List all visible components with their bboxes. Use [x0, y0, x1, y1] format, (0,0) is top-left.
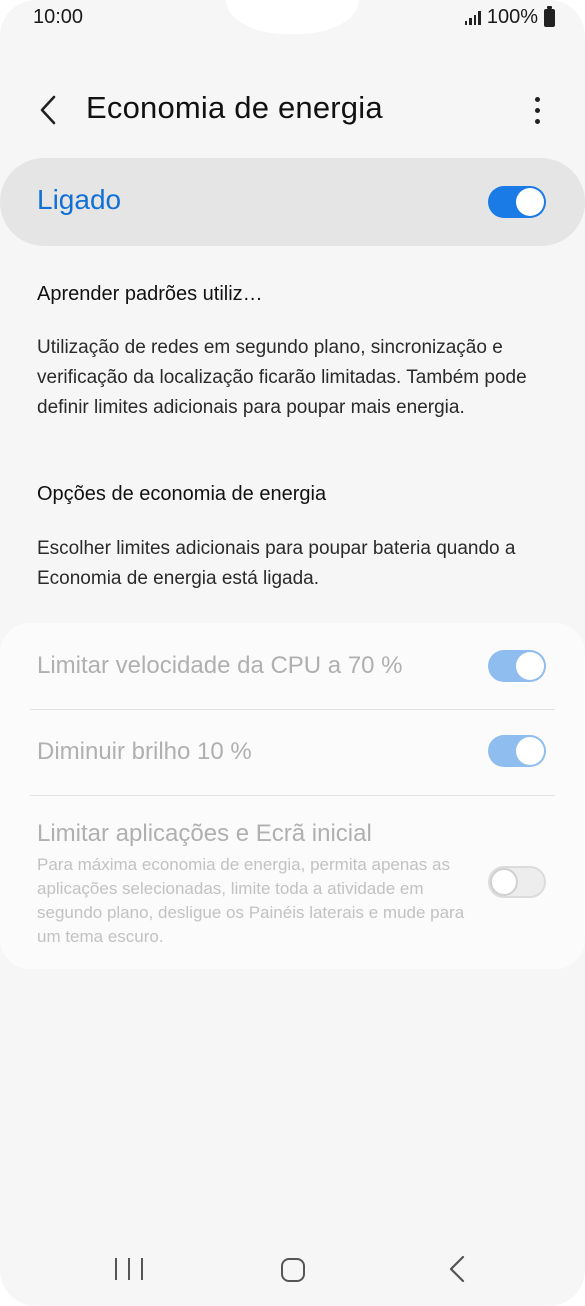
option-row-limit-apps[interactable]: Limitar aplicações e Ecrã inicial Para m… [0, 796, 585, 969]
option-title: Diminuir brilho 10 % [37, 738, 252, 765]
chevron-left-icon [40, 95, 56, 125]
option-title: Limitar velocidade da CPU a 70 % [37, 652, 403, 679]
battery-percent: 100% [486, 6, 538, 28]
section-heading-learn-patterns[interactable]: Aprender padrões utiliz… [37, 283, 263, 306]
option-row-brightness[interactable]: Diminuir brilho 10 % [0, 710, 585, 795]
navigation-bar [0, 1240, 585, 1300]
more-vertical-icon [534, 96, 540, 102]
back-button[interactable] [28, 86, 68, 134]
master-toggle[interactable] [488, 186, 546, 218]
toggle-knob [516, 188, 544, 216]
camera-notch [226, 0, 359, 34]
option-title: Limitar aplicações e Ecrã inicial [37, 820, 372, 847]
options-card: Limitar velocidade da CPU a 70 % Diminui… [0, 623, 585, 969]
option-description: Para máxima economia de energia, permita… [37, 855, 465, 946]
toggle-knob [516, 737, 544, 765]
page-title: Economia de energia [86, 90, 383, 125]
home-icon[interactable] [281, 1258, 305, 1282]
status-indicators: 100% [464, 5, 555, 29]
status-time: 10:00 [33, 6, 84, 28]
battery-icon [544, 5, 555, 27]
back-icon[interactable] [445, 1254, 469, 1284]
section-text-options: Escolher limites adicionais para poupar … [37, 538, 516, 589]
signal-icon [464, 10, 481, 25]
brightness-toggle[interactable] [488, 735, 546, 767]
master-switch-label: Ligado [37, 184, 122, 215]
app-bar: Economia de energia [0, 70, 585, 150]
master-switch-row[interactable]: Ligado [0, 158, 585, 246]
toggle-knob [490, 868, 518, 896]
more-options-button[interactable] [519, 86, 555, 134]
section-heading-options: Opções de economia de energia [37, 483, 327, 505]
phone-screen: 10:00 100% Economia de energia Ligado Ap… [0, 0, 585, 1306]
toggle-knob [516, 652, 544, 680]
limit-apps-toggle[interactable] [488, 866, 546, 898]
section-text-learn-patterns: Utilização de redes em segundo plano, si… [37, 337, 527, 418]
recent-apps-icon[interactable] [115, 1258, 143, 1282]
status-bar: 10:00 100% [0, 0, 585, 40]
cpu-limit-toggle[interactable] [488, 650, 546, 682]
option-row-cpu-limit[interactable]: Limitar velocidade da CPU a 70 % [0, 623, 585, 709]
